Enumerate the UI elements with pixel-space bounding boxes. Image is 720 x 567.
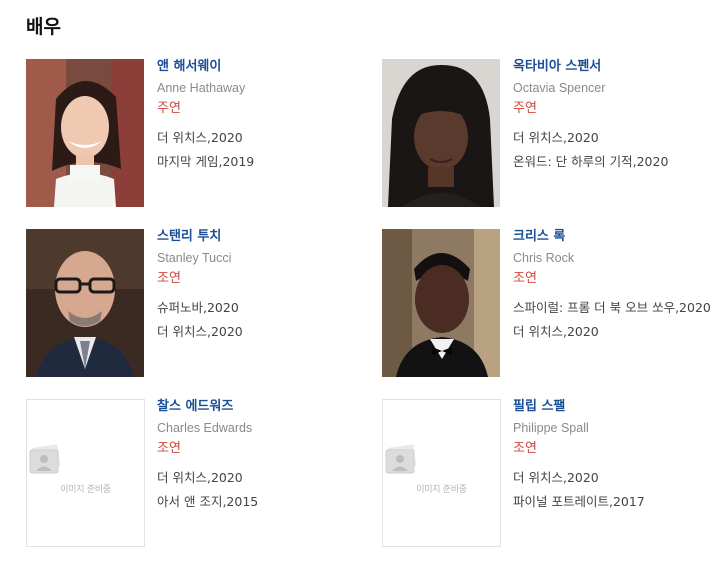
actor-photo[interactable]	[26, 229, 144, 377]
cast-card: 스탠리 투치 Stanley Tucci 조연 슈퍼노바,2020 더 위치스,…	[26, 229, 366, 379]
cast-card: 이미지 준비중 필립 스팰 Philippe Spall 조연 더 위치스,20…	[382, 399, 720, 549]
actor-role: 조연	[513, 271, 537, 286]
filmography-item[interactable]: 더 위치스,2020	[513, 130, 718, 146]
actor-name-en: Chris Rock	[513, 251, 575, 265]
filmography-item[interactable]: 온워드: 단 하루의 기적,2020	[513, 154, 718, 170]
actor-photo[interactable]	[382, 59, 500, 207]
filmography-item[interactable]: 더 위치스,2020	[157, 130, 362, 146]
actor-name-ko[interactable]: 찰스 에드워즈	[157, 399, 362, 415]
actor-name-en: Philippe Spall	[513, 421, 589, 435]
cast-card: 옥타비아 스펜서 Octavia Spencer 주연 더 위치스,2020 온…	[382, 59, 720, 209]
actor-name-ko[interactable]: 옥타비아 스펜서	[513, 59, 718, 75]
actor-name-ko[interactable]: 크리스 록	[513, 229, 718, 245]
actor-photo-placeholder[interactable]: 이미지 준비중	[382, 399, 501, 547]
filmography-item[interactable]: 더 위치스,2020	[157, 470, 362, 486]
actor-name-ko[interactable]: 앤 해서웨이	[157, 59, 362, 75]
actor-role: 조연	[157, 271, 181, 286]
filmography-item[interactable]: 슈퍼노바,2020	[157, 300, 362, 316]
actor-role: 조연	[157, 441, 181, 456]
actor-name-en: Octavia Spencer	[513, 81, 606, 95]
filmography-item[interactable]: 스파이럴: 프롬 더 북 오브 쏘우,2020	[513, 300, 718, 316]
actor-name-en: Anne Hathaway	[157, 81, 246, 95]
actor-name-en: Charles Edwards	[157, 421, 253, 435]
actor-photo[interactable]	[26, 59, 144, 207]
actor-photo[interactable]	[382, 229, 500, 377]
actor-photo-placeholder[interactable]: 이미지 준비중	[26, 399, 145, 547]
section-title: 배우	[26, 16, 61, 38]
image-placeholder-icon	[29, 444, 61, 474]
actor-role: 조연	[513, 441, 537, 456]
cast-card: 이미지 준비중 찰스 에드워즈 Charles Edwards 조연 더 위치스…	[26, 399, 366, 549]
filmography-item[interactable]: 더 위치스,2020	[513, 470, 718, 486]
image-placeholder-icon	[385, 444, 417, 474]
filmography-item[interactable]: 마지막 게임,2019	[157, 154, 362, 170]
actor-name-ko[interactable]: 스탠리 투치	[157, 229, 362, 245]
actor-role: 주연	[157, 101, 181, 116]
filmography-item[interactable]: 더 위치스,2020	[513, 324, 718, 340]
filmography-item[interactable]: 아서 앤 조지,2015	[157, 494, 362, 510]
actor-name-en: Stanley Tucci	[157, 251, 232, 265]
filmography-item[interactable]: 더 위치스,2020	[157, 324, 362, 340]
filmography-item[interactable]: 파이널 포트레이트,2017	[513, 494, 718, 510]
image-placeholder-label: 이미지 준비중	[60, 485, 111, 495]
image-placeholder-label: 이미지 준비중	[416, 485, 467, 495]
cast-card: 앤 해서웨이 Anne Hathaway 주연 더 위치스,2020 마지막 게…	[26, 59, 366, 209]
actor-role: 주연	[513, 101, 537, 116]
actor-name-ko[interactable]: 필립 스팰	[513, 399, 718, 415]
cast-card: 크리스 록 Chris Rock 조연 스파이럴: 프롬 더 북 오브 쏘우,2…	[382, 229, 720, 379]
